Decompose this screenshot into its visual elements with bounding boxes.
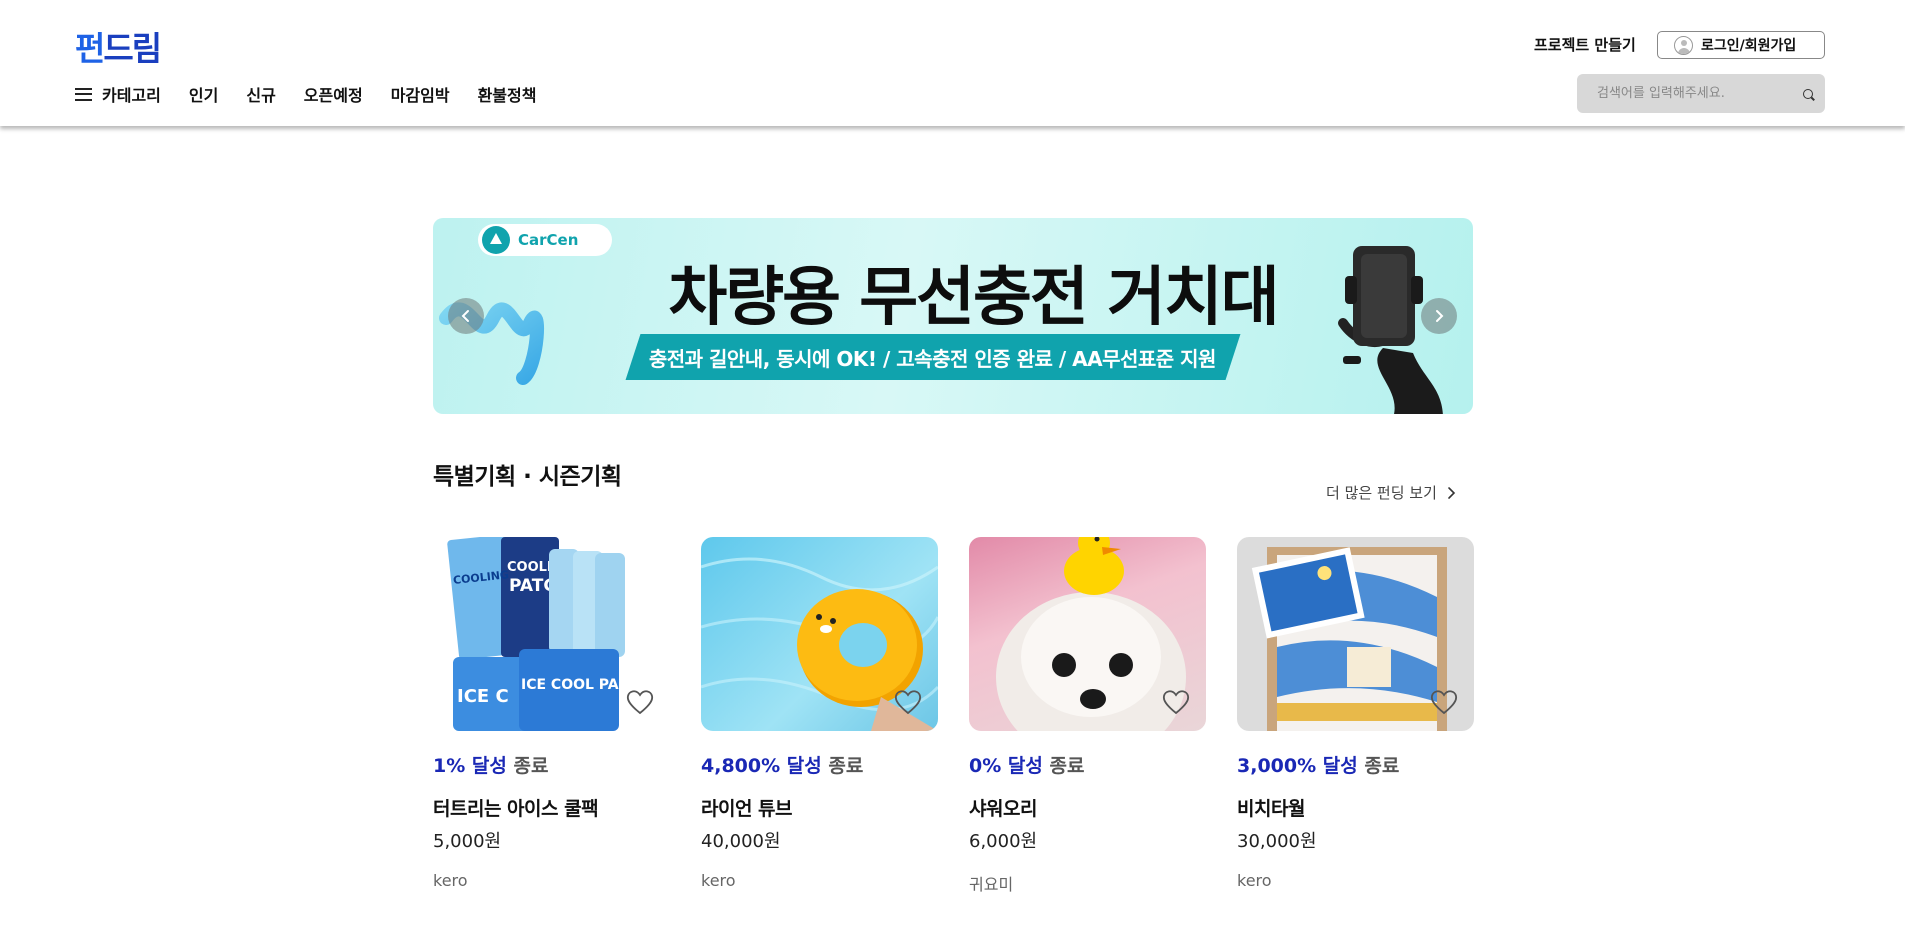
like-heart-icon[interactable] <box>1162 689 1190 715</box>
funding-status: 종료 <box>513 755 549 777</box>
product-maker[interactable]: kero <box>1237 871 1474 890</box>
logo-text-2: 드림 <box>103 29 162 68</box>
banner-title: 차량용 무선충전 거치대 <box>668 261 1279 335</box>
promo-banner[interactable]: CarCen 차량용 무선충전 거치대 충전과 길안내, 동시에 OK! / 고… <box>433 218 1473 414</box>
product-name[interactable]: 비치타월 <box>1237 794 1474 821</box>
product-maker[interactable]: 귀요미 <box>969 871 1206 895</box>
spring-coil-graphic <box>439 302 544 385</box>
svg-text:PATC: PATC <box>509 576 556 596</box>
nav-label: 카테고리 <box>102 86 161 105</box>
chevron-left-icon <box>461 310 469 322</box>
nav-item-new[interactable]: 신규 <box>246 82 275 106</box>
more-link-label: 더 많은 펀딩 보기 <box>1326 484 1437 502</box>
product-maker[interactable]: kero <box>701 871 938 890</box>
funding-status: 종료 <box>828 755 864 777</box>
banner-prev-button[interactable] <box>448 298 484 334</box>
chevron-right-icon <box>1448 486 1456 499</box>
login-label: 로그인/회원가입 <box>1701 38 1797 54</box>
brand-badge: CarCen <box>478 224 612 256</box>
product-thumbnail-lion-tube[interactable] <box>701 537 938 731</box>
nav-item-refund-policy[interactable]: 환불정책 <box>478 82 537 106</box>
product-name[interactable]: 라이언 튜브 <box>701 794 938 821</box>
search-icon[interactable] <box>1803 88 1813 99</box>
funding-rate: 4,800% 달성 종료 <box>701 755 864 777</box>
main-nav: 카테고리 인기 신규 오픈예정 마감임박 환불정책 <box>75 82 536 106</box>
product-thumbnail-cool-pack[interactable]: COOLIN PATC COOLING ICE C ICE COOL PACK <box>433 537 670 731</box>
hamburger-menu-icon[interactable] <box>75 87 92 101</box>
user-icon <box>1674 35 1693 55</box>
funding-status: 종료 <box>1364 755 1400 777</box>
section-title: 특별기획 · 시즌기획 <box>433 464 622 490</box>
logo-text-1: 펀 <box>75 29 105 68</box>
banner-next-button[interactable] <box>1421 298 1457 334</box>
product-card[interactable]: COOLIN PATC COOLING ICE C ICE COOL PACK … <box>433 537 670 890</box>
funding-rate: 0% 달성 종료 <box>969 755 1085 777</box>
nav-item-popular[interactable]: 인기 <box>189 82 218 106</box>
brand-name: CarCen <box>518 231 579 249</box>
funding-rate: 3,000% 달성 종료 <box>1237 755 1400 777</box>
banner-subtitle: 충전과 길안내, 동시에 OK! / 고속충전 인증 완료 / AA무선표준 지… <box>649 346 1217 371</box>
funding-status: 종료 <box>1049 755 1085 777</box>
product-thumbnail-shower-duck[interactable] <box>969 537 1206 731</box>
banner-subtitle-strip: 충전과 길안내, 동시에 OK! / 고속충전 인증 완료 / AA무선표준 지… <box>625 334 1241 380</box>
svg-text:ICE COOL PACK: ICE COOL PACK <box>521 677 641 693</box>
svg-text:ICE C: ICE C <box>457 686 509 707</box>
brand-logo-icon <box>482 226 510 254</box>
login-signup-button[interactable]: 로그인/회원가입 <box>1657 31 1825 59</box>
site-logo[interactable]: 펀드림 <box>75 22 162 70</box>
product-name[interactable]: 샤워오리 <box>969 794 1206 821</box>
like-heart-icon[interactable] <box>626 689 654 715</box>
product-price: 40,000원 <box>701 831 781 852</box>
product-name[interactable]: 터트리는 아이스 쿨팩 <box>433 794 670 821</box>
product-price: 30,000원 <box>1237 831 1317 852</box>
nav-item-upcoming[interactable]: 오픈예정 <box>304 82 363 106</box>
search-bar <box>1577 74 1825 113</box>
more-fundings-link[interactable]: 더 많은 펀딩 보기 <box>1326 482 1457 503</box>
product-price: 6,000원 <box>969 831 1038 852</box>
product-card[interactable]: 3,000% 달성 종료 비치타월 30,000원 kero <box>1237 537 1474 890</box>
nav-item-closing-soon[interactable]: 마감임박 <box>391 82 450 106</box>
like-heart-icon[interactable] <box>1430 689 1458 715</box>
product-maker[interactable]: kero <box>433 871 670 890</box>
search-input[interactable] <box>1595 85 1799 102</box>
site-header: 펀드림 카테고리 인기 신규 오픈예정 마감임박 환불정책 프로젝트 만들기 로… <box>0 0 1905 126</box>
chevron-right-icon <box>1436 310 1444 322</box>
product-card[interactable]: 0% 달성 종료 샤워오리 6,000원 귀요미 <box>969 537 1206 895</box>
nav-item-category[interactable]: 카테고리 <box>75 82 161 106</box>
funding-rate: 1% 달성 종료 <box>433 755 549 777</box>
product-price: 5,000원 <box>433 831 502 852</box>
like-heart-icon[interactable] <box>894 689 922 715</box>
make-project-link[interactable]: 프로젝트 만들기 <box>1534 34 1636 55</box>
product-thumbnail-beach-towel[interactable] <box>1237 537 1474 731</box>
product-card[interactable]: 4,800% 달성 종료 라이언 튜브 40,000원 kero <box>701 537 938 890</box>
